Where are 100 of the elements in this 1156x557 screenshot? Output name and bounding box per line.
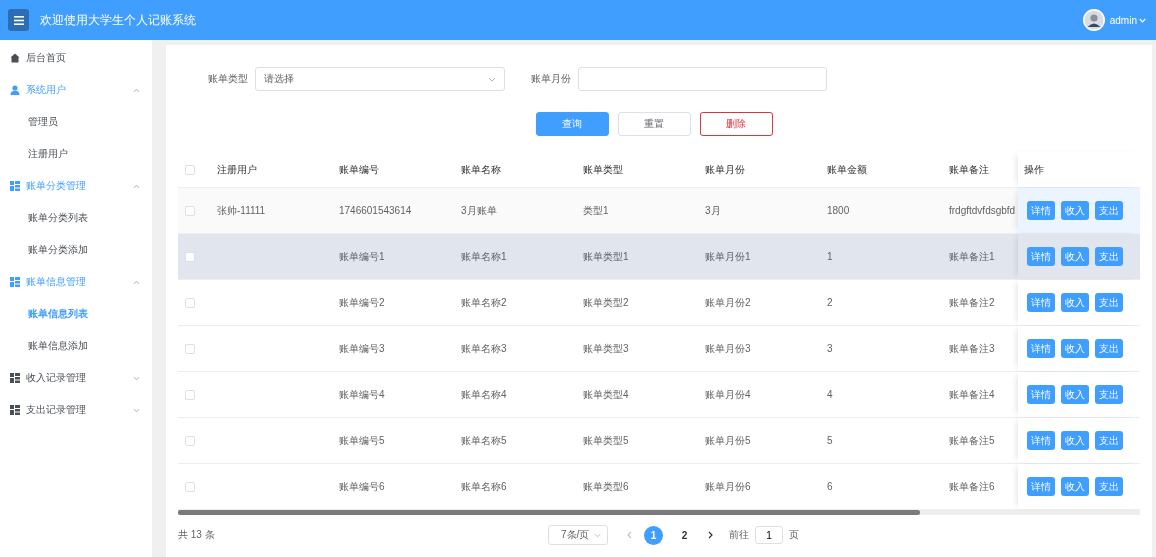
checkbox[interactable] [185,435,195,446]
nav-subitem[interactable]: 管理员 [0,106,152,138]
nav-item[interactable]: 账单信息管理 [0,266,152,298]
grid-icon [10,405,20,415]
income-button[interactable]: 收入 [1061,385,1089,404]
caret-icon[interactable] [1139,17,1146,23]
checkbox[interactable] [185,251,195,262]
nav-item[interactable]: 后台首页 [0,42,152,74]
income-button[interactable]: 收入 [1061,477,1089,496]
detail-button[interactable]: 详情 [1027,339,1055,358]
table-cell: frdgftdvfdsgbfd [949,205,1016,216]
table-row[interactable]: 张帅-11111 1746601543614 3月账单 类型1 3月 1800 frdgftdvfdsgbfd 详情 收入 支出 [178,188,1140,234]
grid-icon [10,373,20,383]
menu-button[interactable] [8,9,29,31]
nav-subitem[interactable]: 注册用户 [0,138,152,170]
expense-button[interactable]: 支出 [1095,477,1123,496]
page-size-select[interactable]: 7条/页 [548,525,608,545]
page-suffix: 页 [789,528,799,542]
scrollbar[interactable] [178,510,1140,515]
chevron-icon [594,532,601,538]
checkbox[interactable] [185,481,195,492]
table-cell: 账单备注6 [949,480,995,492]
chevron-icon [133,87,140,93]
table-cell: 1 [827,251,833,262]
page-input[interactable]: 1 [755,526,783,544]
expense-button[interactable]: 支出 [1095,293,1123,312]
table-cell: 3月账单 [461,204,497,216]
table-cell: 账单类型4 [583,388,629,400]
nav-subitem[interactable]: 账单信息添加 [0,330,152,362]
field-label: 账单月份 [531,72,571,86]
table-cell: 账单名称1 [461,250,507,262]
table-cell: 账单备注2 [949,296,995,308]
search-button[interactable]: 查询 [535,112,609,136]
table-cell: 账单名称3 [461,342,507,354]
nav-item[interactable]: 收入记录管理 [0,362,152,394]
income-button[interactable]: 收入 [1061,247,1089,266]
table-row[interactable]: 账单编号4 账单名称4 账单类型4 账单月份4 4 账单备注4 详情 收入 支出 [178,372,1140,418]
table-cell: 账单类型2 [583,296,629,308]
detail-button[interactable]: 详情 [1027,385,1055,404]
nav-item[interactable]: 支出记录管理 [0,394,152,426]
table-row[interactable]: 账单编号1 账单名称1 账单类型1 账单月份1 1 账单备注1 详情 收入 支出 [178,234,1140,280]
table-row[interactable]: 账单编号2 账单名称2 账单类型2 账单月份2 2 账单备注2 详情 收入 支出 [178,280,1140,326]
table-cell: 账单类型6 [583,480,629,492]
input-field[interactable] [578,67,827,91]
table-cell: 账单月份1 [705,250,751,262]
expense-button[interactable]: 支出 [1095,339,1123,358]
detail-button[interactable]: 详情 [1027,293,1055,312]
goto-label: 前往 [729,528,749,542]
column-header: 账单编号 [339,163,379,175]
table-cell: 账单备注3 [949,342,995,354]
income-button[interactable]: 收入 [1061,431,1089,450]
user-icon [10,85,20,95]
table-cell: 账单编号1 [339,250,385,262]
user-menu[interactable]: admin [1109,14,1137,26]
nav-subitem[interactable]: 账单分类列表 [0,202,152,234]
column-header: 账单名称 [461,163,501,175]
nav-item[interactable]: 系统用户 [0,74,152,106]
checkbox[interactable] [185,205,195,216]
table-cell: 1800 [827,205,850,216]
income-button[interactable]: 收入 [1061,339,1089,358]
expense-button[interactable]: 支出 [1095,247,1123,266]
table-cell: 账单备注5 [949,434,995,446]
table-cell: 账单月份6 [705,480,751,492]
table-row[interactable]: 账单编号5 账单名称5 账单类型5 账单月份5 5 账单备注5 详情 收入 支出 [178,418,1140,464]
checkbox[interactable] [185,389,195,400]
next-icon[interactable] [708,531,714,539]
menu-icon [13,15,24,25]
nav-subitem[interactable]: 账单信息列表 [0,298,152,330]
table-cell: 张帅-11111 [217,204,266,216]
column-header: 操作 [1024,162,1044,177]
checkbox[interactable] [185,343,195,354]
nav-subitem[interactable]: 账单分类添加 [0,234,152,266]
table-cell: 账单编号3 [339,342,385,354]
prev-icon[interactable] [626,531,632,539]
delete-button[interactable]: 删除 [699,112,773,136]
detail-button[interactable]: 详情 [1027,247,1055,266]
table-row[interactable]: 账单编号3 账单名称3 账单类型3 账单月份3 3 账单备注3 详情 收入 支出 [178,326,1140,372]
select-field[interactable]: 请选择 [255,67,505,91]
reset-button[interactable]: 重置 [617,112,691,136]
checkbox[interactable] [185,164,195,175]
column-header: 账单类型 [583,163,623,175]
table-cell: 账单编号2 [339,296,385,308]
expense-button[interactable]: 支出 [1095,201,1123,220]
income-button[interactable]: 收入 [1061,201,1089,220]
detail-button[interactable]: 详情 [1027,477,1055,496]
nav-item[interactable]: 账单分类管理 [0,170,152,202]
checkbox[interactable] [185,297,195,308]
column-header: 账单备注 [949,163,989,175]
income-button[interactable]: 收入 [1061,293,1089,312]
page-button[interactable]: 2 [675,525,694,545]
column-header: 账单金额 [827,163,867,175]
expense-button[interactable]: 支出 [1095,385,1123,404]
detail-button[interactable]: 详情 [1027,201,1055,220]
chevron-icon [133,183,140,189]
chevron-icon [133,407,140,413]
expense-button[interactable]: 支出 [1095,431,1123,450]
table-cell: 1746601543614 [339,205,412,216]
page-button[interactable]: 1 [644,525,663,545]
detail-button[interactable]: 详情 [1027,431,1055,450]
avatar-icon[interactable] [1082,9,1105,31]
